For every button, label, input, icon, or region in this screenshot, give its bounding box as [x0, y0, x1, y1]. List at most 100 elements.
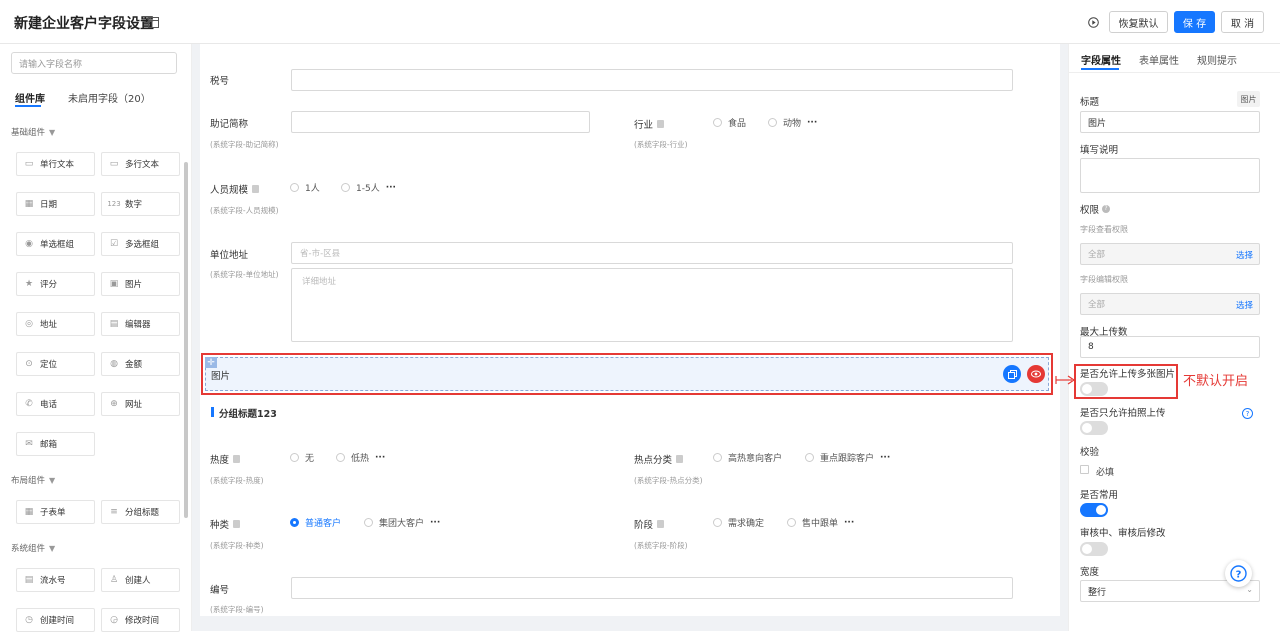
component-image[interactable]: ▣ 图片	[101, 272, 180, 296]
radio-industry-food[interactable]: 食品	[713, 116, 746, 129]
input-icon: ▭	[24, 159, 34, 169]
edit-permission-choose-link[interactable]: 选择	[1236, 299, 1253, 311]
component-email[interactable]: ✉ 邮箱	[16, 432, 95, 456]
radio-circle	[805, 453, 814, 462]
field-label-number: 编号	[210, 585, 230, 596]
radio-circle	[787, 518, 796, 527]
help-circle-icon[interactable]: ?	[1242, 408, 1253, 419]
tab-rule-tips[interactable]: 规则提示	[1197, 52, 1237, 67]
tab-form-properties[interactable]: 表单属性	[1139, 52, 1179, 67]
list-icon: ▤	[24, 575, 34, 585]
radio-heat-none[interactable]: 无	[290, 451, 314, 464]
component-address[interactable]: ◎ 地址	[16, 312, 95, 336]
component-url[interactable]: ⊕ 网址	[101, 392, 180, 416]
tab-component-library[interactable]: 组件库	[15, 90, 45, 105]
system-field-icon	[252, 185, 260, 193]
sidebar-scrollbar[interactable]	[184, 162, 188, 518]
mnemonic-input[interactable]	[291, 111, 590, 133]
page-title: 新建企业客户字段设置	[14, 16, 154, 32]
annotation-text: 不默认开启	[1183, 374, 1249, 389]
radio-circle	[713, 453, 722, 462]
component-subform[interactable]: ▦ 子表单	[16, 500, 95, 524]
help-icon[interactable]: ?	[1102, 205, 1111, 213]
component-radio-group[interactable]: ◉ 单选框组	[16, 232, 95, 256]
system-field-icon	[657, 120, 665, 128]
user-icon: ♙	[109, 575, 119, 585]
radio-staff-1[interactable]: 1人	[290, 181, 320, 194]
hide-eye-icon[interactable]	[1027, 365, 1045, 383]
layout-icon[interactable]	[147, 16, 159, 28]
component-created-time[interactable]: ◷ 创建时间	[16, 608, 95, 632]
tab-disabled-fields[interactable]: 未启用字段（20）	[68, 90, 151, 105]
field-sub-staff: (系统字段-人员规模)	[210, 206, 279, 215]
active-tab-underline	[1081, 68, 1119, 70]
required-checkbox[interactable]	[1080, 465, 1089, 474]
checkbox-icon: ☑	[109, 239, 119, 249]
selected-image-field[interactable]	[201, 353, 1053, 395]
radio-industry-animal[interactable]: 动物 ···	[768, 116, 817, 129]
field-label-industry: 行业	[634, 117, 665, 131]
mail-icon: ✉	[25, 439, 33, 449]
allow-photo-only-label: 是否只允许拍照上传	[1080, 408, 1166, 419]
component-location[interactable]: ⊙ 定位	[16, 352, 95, 376]
field-label-kind: 种类	[210, 517, 241, 531]
component-group-title[interactable]: ≡ 分组标题	[101, 500, 180, 524]
radio-stage-requirement[interactable]: 需求确定	[713, 516, 764, 529]
review-modify-toggle[interactable]	[1080, 542, 1108, 556]
save-button[interactable]: 保 存	[1174, 11, 1215, 33]
drag-handle-icon[interactable]: ✛	[205, 357, 217, 368]
tax-input[interactable]	[291, 69, 1013, 91]
radio-hotcat-key-follow[interactable]: 重点跟踪客户 ···	[805, 451, 890, 464]
common-use-toggle[interactable]	[1080, 503, 1108, 517]
view-permission-select[interactable]: 全部 选择	[1080, 243, 1260, 265]
component-amount[interactable]: ◍ 金额	[101, 352, 180, 376]
image-icon: ▣	[109, 279, 119, 289]
radio-checked-circle	[290, 518, 299, 527]
permission-label: 权限?	[1080, 202, 1111, 216]
play-icon[interactable]	[1087, 16, 1099, 28]
copy-icon[interactable]	[1003, 365, 1021, 383]
address-detail-textarea[interactable]: 详细地址	[291, 268, 1013, 342]
field-search-input[interactable]: 请输入字段名称	[11, 52, 177, 74]
radio-stage-in-sale[interactable]: 售中跟单 ···	[787, 516, 854, 529]
component-creator[interactable]: ♙ 创建人	[101, 568, 180, 592]
help-float-button[interactable]: ?	[1225, 560, 1252, 587]
radio-kind-regular[interactable]: 普通客户	[290, 516, 341, 529]
radio-heat-low[interactable]: 低热 ···	[336, 451, 385, 464]
component-phone[interactable]: ✆ 电话	[16, 392, 95, 416]
allow-photo-only-toggle[interactable]	[1080, 421, 1108, 435]
width-label: 宽度	[1080, 567, 1100, 578]
radio-kind-group[interactable]: 集团大客户 ···	[364, 516, 440, 529]
restore-default-button[interactable]: 恢复默认	[1109, 11, 1168, 33]
section-layout[interactable]: 布局组件 ▼	[11, 474, 55, 487]
title-input[interactable]: 图片	[1080, 111, 1260, 133]
max-upload-input[interactable]: 8	[1080, 336, 1260, 358]
radio-icon: ◉	[25, 239, 33, 249]
component-editor[interactable]: ▤ 编辑器	[101, 312, 180, 336]
component-modified-time[interactable]: ◶ 修改时间	[101, 608, 180, 632]
component-number[interactable]: 123 数字	[101, 192, 180, 216]
svg-text:?: ?	[1236, 569, 1242, 580]
component-rating[interactable]: ★ 评分	[16, 272, 95, 296]
section-system[interactable]: 系统组件 ▼	[11, 542, 55, 555]
tab-field-properties[interactable]: 字段属性	[1081, 52, 1121, 67]
cancel-button[interactable]: 取 消	[1221, 11, 1264, 33]
edit-permission-select[interactable]: 全部 选择	[1080, 293, 1260, 315]
field-sub-address: (系统字段-单位地址)	[210, 270, 279, 279]
top-bar: 新建企业客户字段设置 恢复默认 保 存 取 消	[0, 0, 1280, 44]
component-single-line-text[interactable]: ▭ 单行文本	[16, 152, 95, 176]
component-multi-line-text[interactable]: ▭ 多行文本	[101, 152, 180, 176]
field-label-hot-category: 热点分类	[634, 452, 684, 466]
radio-hotcat-high-intent[interactable]: 高热意向客户	[713, 451, 782, 464]
number-input[interactable]	[291, 577, 1013, 599]
component-serial-number[interactable]: ▤ 流水号	[16, 568, 95, 592]
radio-staff-1-5[interactable]: 1-5人 ···	[341, 181, 396, 194]
section-basic[interactable]: 基础组件 ▼	[11, 126, 55, 139]
component-date[interactable]: ▦ 日期	[16, 192, 95, 216]
component-checkbox-group[interactable]: ☑ 多选框组	[101, 232, 180, 256]
view-permission-choose-link[interactable]: 选择	[1236, 249, 1253, 261]
radio-circle	[713, 518, 722, 527]
allow-multi-toggle[interactable]	[1080, 382, 1108, 396]
description-textarea[interactable]	[1080, 158, 1260, 193]
address-region-input[interactable]: 省-市-区县	[291, 242, 1013, 264]
